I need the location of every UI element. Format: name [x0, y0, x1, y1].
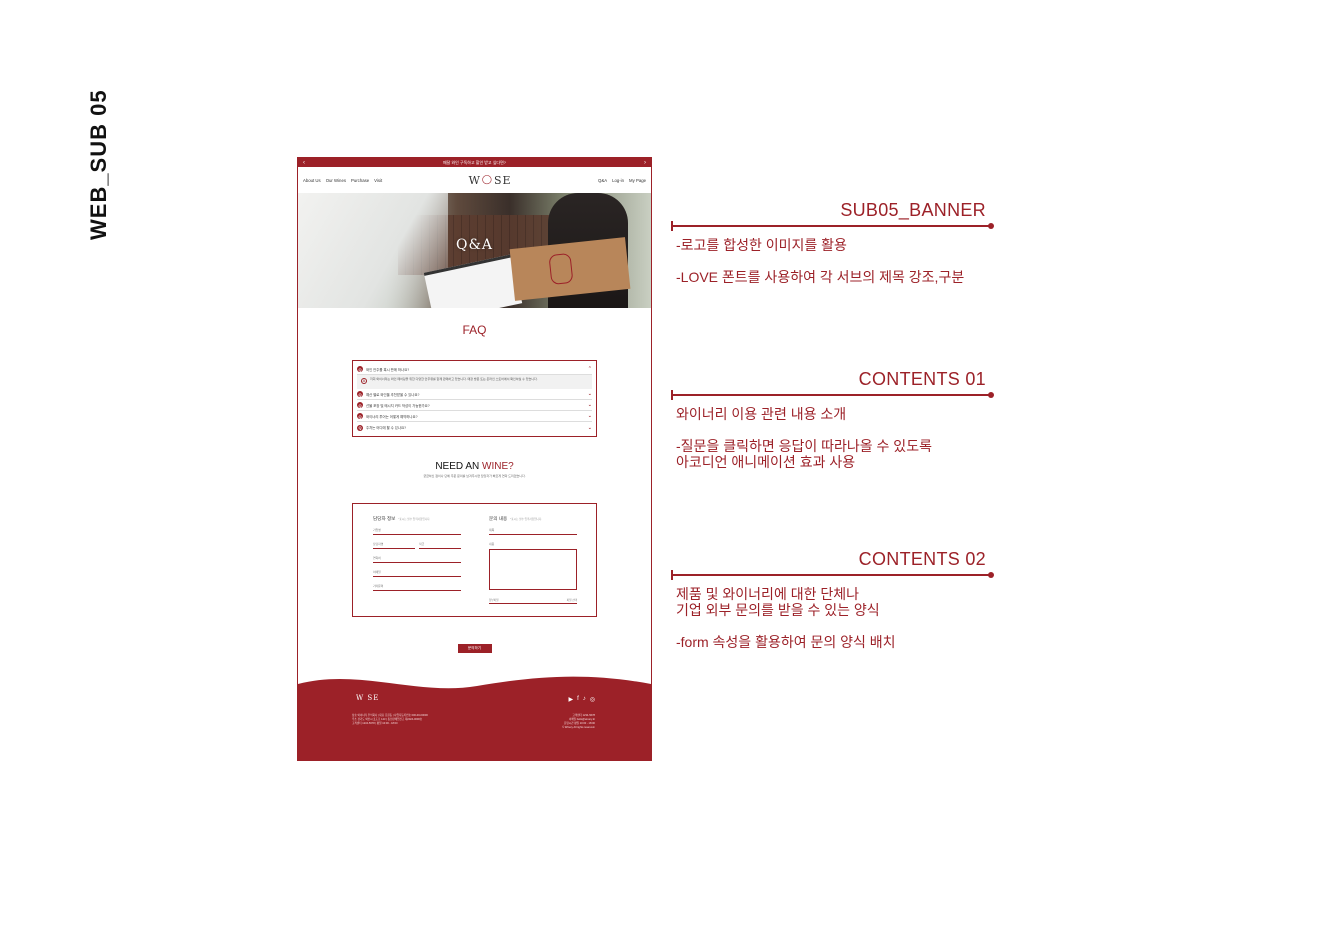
chevron-down-icon[interactable]: ⌄ — [588, 425, 592, 431]
need-wine-subtext: 궁금하신 점이나 단체 주문 문의를 남겨주시면 담당자가 빠르게 연락 드리겠… — [423, 474, 526, 478]
faq-item[interactable]: Q 와인 안주를 혹시 판매 하나요? ⌃ — [357, 364, 592, 375]
contact-info-head: 담당자 정보 *표시는 필수 입력사항입니다. — [373, 516, 430, 522]
contact-info-title: 담당자 정보 — [373, 516, 396, 522]
faq-title: FAQ — [462, 323, 487, 337]
annotation-head: CONTENTS 02 — [858, 549, 986, 569]
site-logo[interactable]: W ◯ SE — [469, 174, 512, 187]
site-footer: W SE ▶ f ♪ ◎ 상호 와이너리 주식회사 | 대표 홍길동 | 사업자… — [298, 674, 651, 760]
inquiry-content-note: *표시는 필수 입력사항입니다. — [510, 518, 542, 522]
annotation-line — [671, 570, 994, 580]
question-icon: Q — [357, 402, 363, 408]
annotation-contents-02: CONTENTS 02 제품 및 와이너리에 대한 단체나 기업 외부 문의를 … — [671, 549, 994, 650]
annotation-desc: 와이너리 이용 관련 내용 소개 -질문을 클릭하면 응답이 따라나올 수 있도… — [676, 406, 932, 470]
faq-accordion: Q 와인 안주를 혹시 판매 하나요? ⌃ A 저희 와이너리는 와인 페어링을 … — [352, 360, 597, 437]
faq-question: 주차는 어디에 할 수 있나요? — [366, 426, 406, 430]
annotation-desc: -로고를 합성한 이미지를 활용 -LOVE 폰트를 사용하여 각 서브의 제목… — [676, 237, 965, 285]
tiktok-icon[interactable]: ♪ — [583, 696, 586, 703]
subject-field[interactable]: 제목 — [489, 528, 577, 536]
annotation-line — [671, 221, 994, 231]
attach-button[interactable]: 파일 선택 — [567, 598, 577, 603]
chevron-right-icon[interactable]: › — [644, 160, 646, 166]
youtube-icon[interactable]: ▶ — [568, 696, 573, 703]
banner-title: Q&A — [455, 237, 494, 253]
nav-visit[interactable]: Visit — [374, 178, 382, 183]
nav-purchase[interactable]: Purchase — [351, 178, 369, 183]
website-mockup: ‹ 매달 와인 구독하고 할인 받고 싶다면? › About Us Our W… — [297, 157, 652, 761]
footer-info-right: 고객센터 1234-5678 이메일 hello@winery.kr 운영시간 … — [562, 714, 595, 729]
submit-button[interactable]: 문의하기 — [457, 644, 492, 654]
content-textarea[interactable] — [489, 549, 577, 591]
annotation-contents-01: CONTENTS 01 와이너리 이용 관련 내용 소개 -질문을 클릭하면 응… — [671, 369, 994, 470]
faq-item[interactable]: Q 예산 별로 와인을 추천받을 수 있나요? ⌄ — [357, 389, 592, 400]
faq-question: 와인 안주를 혹시 판매 하나요? — [366, 367, 410, 372]
faq-question: 와이너리 투어는 어떻게 예약하나요? — [366, 414, 418, 419]
inquiry-content-head: 문의 내용 *표시는 필수 입력사항입니다. — [489, 516, 542, 522]
faq-item[interactable]: Q 와이너리 투어는 어떻게 예약하나요? ⌄ — [357, 411, 592, 422]
chevron-down-icon[interactable]: ⌄ — [588, 402, 592, 408]
barrel-logo-icon — [548, 252, 574, 286]
other-field[interactable]: 기타문의 — [373, 584, 461, 592]
need-wine-heading: NEED AN WINE? — [298, 461, 651, 472]
faq-answer: A 저희 와이너리는 와인 페어링을 위한 다양한 안주류를 함께 판매하고 있… — [357, 375, 592, 389]
faq-answer-text: 저희 와이너리는 와인 페어링을 위한 다양한 안주류를 함께 판매하고 있습니… — [370, 377, 538, 381]
logo-text-left: W — [468, 173, 481, 187]
chevron-left-icon[interactable]: ‹ — [303, 160, 305, 166]
nav-wines[interactable]: Our Wines — [326, 178, 346, 183]
annotation-banner: SUB05_BANNER -로고를 합성한 이미지를 활용 -LOVE 폰트를 … — [671, 200, 994, 285]
inquiry-form: 담당자 정보 *표시는 필수 입력사항입니다. 문의 내용 *표시는 필수 입력사항… — [352, 503, 597, 618]
manager-name-field[interactable]: 담당자명 — [373, 542, 415, 550]
main-nav: About Us Our Wines Purchase Visit W ◯ SE… — [298, 167, 651, 193]
annotation-line — [671, 390, 994, 400]
promo-text[interactable]: 매달 와인 구독하고 할인 받고 싶다면? — [443, 160, 506, 166]
nav-qa[interactable]: Q&A — [598, 178, 607, 183]
email-field[interactable]: 이메일 — [373, 570, 461, 578]
sub-banner: Q&A — [298, 193, 651, 308]
instagram-icon[interactable]: ◎ — [590, 696, 595, 703]
answer-icon: A — [361, 378, 367, 384]
need-prefix: NEED AN — [435, 461, 482, 472]
nav-login[interactable]: Log-in — [612, 178, 624, 183]
attach-field[interactable]: 첨부파일 파일 선택 — [489, 598, 577, 605]
side-title: WEB_SUB 05 — [86, 89, 111, 240]
company-field[interactable]: 기업명 — [373, 528, 461, 536]
annotation-desc: 제품 및 와이너리에 대한 단체나 기업 외부 문의를 받을 수 있는 양식 -… — [676, 586, 896, 650]
footer-info-left: 상호 와이너리 주식회사 | 대표 홍길동 | 사업자등록번호 000-00-0… — [352, 714, 428, 725]
content-label: 내용 — [489, 542, 495, 547]
faq-question: 예산 별로 와인을 추천받을 수 있나요? — [366, 392, 420, 397]
annotation-head: SUB05_BANNER — [840, 200, 986, 220]
attach-label: 첨부파일 — [489, 599, 499, 603]
question-icon: Q — [357, 366, 363, 372]
footer-wave — [298, 676, 651, 760]
question-icon: Q — [357, 413, 363, 419]
faq-question: 선물 포장 및 메시지 카드 작성이 가능한가요? — [366, 403, 430, 408]
question-icon: Q — [357, 391, 363, 397]
faq-item[interactable]: Q 선물 포장 및 메시지 카드 작성이 가능한가요? ⌄ — [357, 400, 592, 411]
nav-mypage[interactable]: My Page — [629, 178, 646, 183]
annotation-head: CONTENTS 01 — [858, 369, 986, 389]
faq-item[interactable]: Q 주차는 어디에 할 수 있나요? ⌄ — [357, 422, 592, 433]
nav-about[interactable]: About Us — [303, 178, 321, 183]
need-accent: WINE? — [482, 461, 514, 472]
position-field[interactable]: 직급 — [419, 542, 461, 550]
inquiry-content-title: 문의 내용 — [489, 516, 508, 522]
promo-topbar: ‹ 매달 와인 구독하고 할인 받고 싶다면? › — [298, 158, 651, 167]
chevron-up-icon[interactable]: ⌃ — [588, 366, 592, 372]
logo-text-right: SE — [494, 173, 512, 187]
wine-glass-icon: ◯ — [481, 175, 493, 185]
footer-logo[interactable]: W SE — [356, 694, 379, 702]
phone-field[interactable]: 연락처 — [373, 556, 461, 564]
social-links: ▶ f ♪ ◎ — [568, 696, 595, 703]
question-icon: Q — [357, 424, 363, 431]
chevron-down-icon[interactable]: ⌄ — [588, 413, 592, 419]
contact-info-note: *표시는 필수 입력사항입니다. — [398, 518, 431, 522]
facebook-icon[interactable]: f — [577, 696, 579, 703]
chevron-down-icon[interactable]: ⌄ — [588, 391, 592, 397]
